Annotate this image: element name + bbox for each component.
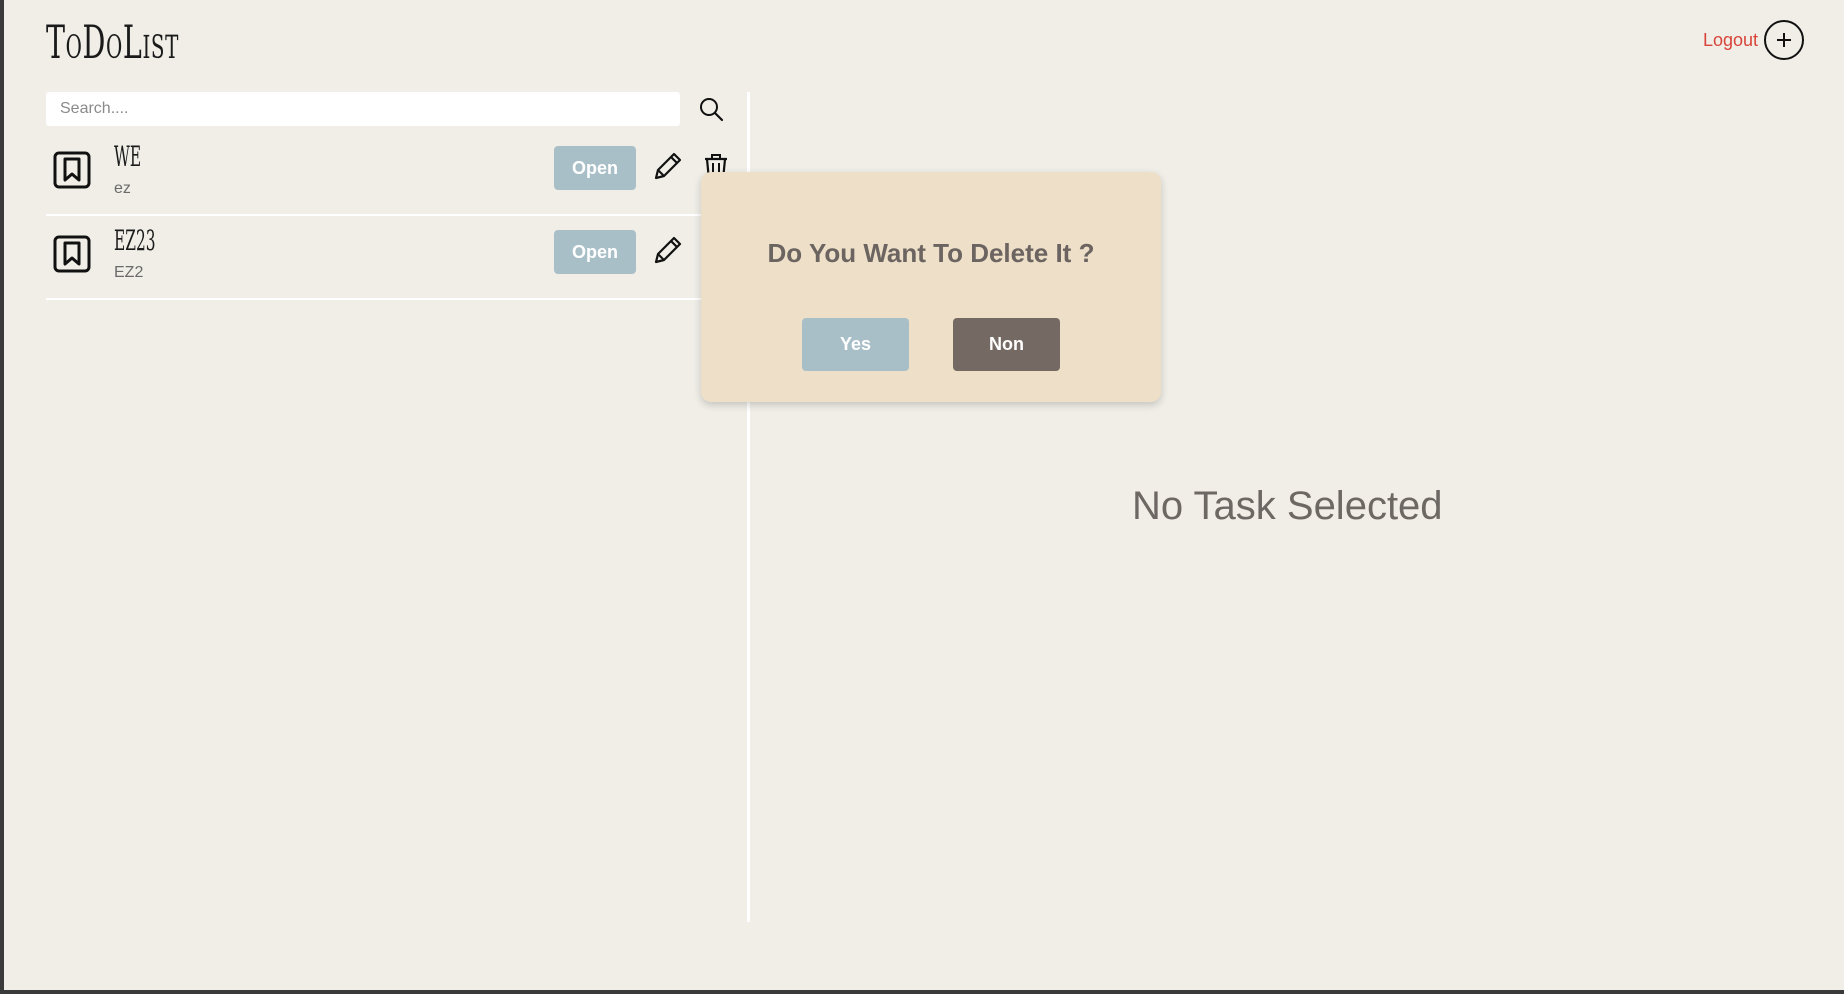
search-button[interactable] bbox=[696, 94, 726, 124]
search-icon bbox=[700, 98, 724, 122]
open-task-button[interactable]: Open bbox=[554, 146, 636, 190]
task-subtitle: EZ2 bbox=[114, 264, 144, 281]
task-item: EZ23 EZ2 Open bbox=[46, 216, 750, 300]
task-title: WE bbox=[114, 140, 142, 173]
pencil-icon[interactable] bbox=[650, 234, 684, 268]
logout-link[interactable]: Logout bbox=[1703, 30, 1758, 51]
plus-circle-icon bbox=[1777, 33, 1791, 47]
bookmark-icon bbox=[53, 151, 91, 189]
open-task-button[interactable]: Open bbox=[554, 230, 636, 274]
app-logo: ToDoList bbox=[46, 15, 179, 69]
dialog-question: Do You Want To Delete It ? bbox=[767, 238, 1095, 268]
delete-confirm-dialog: Do You Want To Delete It ? Yes Non bbox=[701, 172, 1161, 402]
confirm-yes-button[interactable]: Yes bbox=[802, 318, 909, 371]
search-input[interactable] bbox=[46, 92, 680, 126]
empty-state-text: No Task Selected bbox=[1132, 484, 1443, 528]
header-actions: Logout bbox=[1703, 20, 1804, 60]
confirm-no-button[interactable]: Non bbox=[953, 318, 1060, 371]
pencil-icon[interactable] bbox=[650, 150, 684, 184]
task-title: EZ23 bbox=[114, 224, 156, 257]
task-subtitle: ez bbox=[114, 180, 131, 197]
task-item: WE ez Open bbox=[46, 132, 750, 216]
task-list: WE ez Open EZ23 EZ2 Open bbox=[46, 132, 750, 300]
add-task-button[interactable] bbox=[1764, 20, 1804, 60]
search-bar bbox=[46, 92, 726, 126]
app-window: ToDoList Logout WE ez Open bbox=[4, 0, 1844, 990]
bookmark-icon bbox=[53, 235, 91, 273]
